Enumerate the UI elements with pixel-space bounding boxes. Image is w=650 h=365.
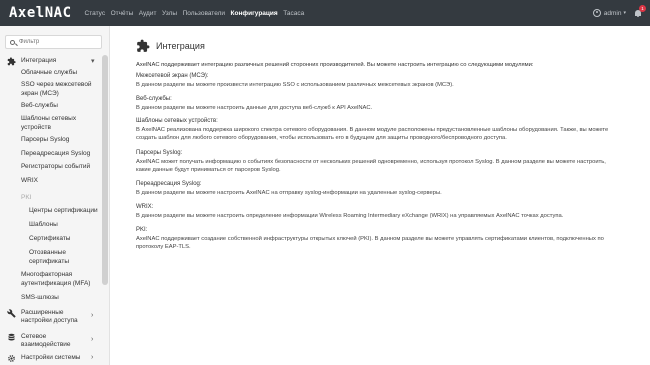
- section-heading: Межсетевой экран (МСЭ):: [136, 73, 209, 79]
- section-heading: Переадресация Syslog:: [136, 181, 202, 187]
- section-text: В AxelNAC реализована поддержка широкого…: [136, 126, 609, 142]
- sidebar-item-device-templates[interactable]: Шаблоны сетевых устройств: [21, 115, 101, 132]
- section-text: AxelNAC может получать информацию о собы…: [136, 158, 606, 174]
- nav-configuration[interactable]: Конфигурация: [231, 10, 278, 17]
- sidebar-item-syslog-forwarding[interactable]: Переадресация Syslog: [21, 150, 101, 159]
- sidebar-item-wrix[interactable]: WRIX: [21, 177, 101, 186]
- main-nav: Статус Отчёты Аудит Узлы Пользователи Ко…: [85, 10, 310, 17]
- nav-status[interactable]: Статус: [85, 10, 106, 17]
- chevron-down-icon[interactable]: ▾: [91, 57, 95, 65]
- section-syslog-parsers: Парсеры Syslog: AxelNAC может получать и…: [136, 150, 616, 175]
- section-heading: Шаблоны сетевых устройств:: [136, 118, 218, 124]
- filter-box[interactable]: [5, 35, 102, 49]
- section-device-templates: Шаблоны сетевых устройств: В AxelNAC реа…: [136, 118, 616, 143]
- sidebar-item-sms-gateways[interactable]: SMS-шлюзы: [21, 294, 101, 303]
- sidebar-item-cloud-services[interactable]: Облачные службы: [21, 69, 101, 78]
- sidebar-item-revoked-certificates[interactable]: Отозванные сертификаты: [29, 249, 89, 266]
- filter-input[interactable]: [19, 39, 99, 45]
- top-navbar: AxelNAC Статус Отчёты Аудит Узлы Пользов…: [0, 0, 650, 26]
- sidebar-item-pki[interactable]: PKI: [21, 194, 101, 203]
- section-syslog-forwarding: Переадресация Syslog: В данном разделе в…: [136, 181, 616, 197]
- chevron-down-icon[interactable]: ▾: [623, 10, 626, 16]
- sidebar-item-web-services[interactable]: Веб-службы: [21, 102, 101, 111]
- section-heading: Веб-службы:: [136, 96, 172, 102]
- section-heading: WRIX:: [136, 204, 154, 210]
- user-menu[interactable]: admin: [604, 10, 622, 17]
- section-text: В данном разделе вы можете настроить дан…: [136, 104, 373, 111]
- page-header: Интеграция: [136, 39, 205, 53]
- nav-reports[interactable]: Отчёты: [111, 10, 134, 17]
- main-content: Интеграция AxelNAC поддерживает интеграц…: [110, 26, 650, 365]
- nav-users[interactable]: Пользователи: [183, 10, 225, 17]
- page-title: Интеграция: [156, 41, 205, 51]
- chevron-right-icon[interactable]: ›: [91, 312, 93, 319]
- sidebar-item-sso-firewall[interactable]: SSO через межсетевой экран (МСЭ): [21, 81, 101, 98]
- sidebar-group-integration[interactable]: Интеграция: [21, 57, 89, 65]
- section-heading: PKI:: [136, 227, 148, 233]
- search-icon: [10, 39, 15, 45]
- user-icon[interactable]: [592, 9, 601, 17]
- sidebar-group-system-settings[interactable]: Настройки системы: [21, 354, 89, 362]
- scrollbar-thumb[interactable]: [102, 55, 108, 285]
- section-web-services: Веб-службы: В данном разделе вы можете н…: [136, 96, 616, 112]
- sidebar-group-advanced-access[interactable]: Расширенные настройки доступа: [21, 309, 89, 325]
- database-icon: [8, 333, 15, 341]
- sidebar-item-mfa[interactable]: Многофакторная аутентификация (MFA): [21, 271, 93, 288]
- gears-icon: [8, 355, 15, 362]
- section-firewall: Межсетевой экран (МСЭ): В данном разделе…: [136, 73, 616, 89]
- sidebar-item-syslog-parsers[interactable]: Парсеры Syslog: [21, 136, 101, 145]
- chevron-right-icon[interactable]: ›: [91, 336, 93, 343]
- section-heading: Парсеры Syslog:: [136, 150, 183, 156]
- app-logo[interactable]: AxelNAC: [9, 5, 72, 21]
- section-pki: PKI: AxelNAC поддерживает создание собст…: [136, 227, 616, 252]
- nav-tacacs[interactable]: Тасаса: [283, 10, 304, 17]
- sidebar-item-certificate-authorities[interactable]: Центры сертификации: [29, 207, 109, 216]
- section-text: В данном разделе вы можете настроить опр…: [136, 212, 564, 219]
- sidebar-scrollbar[interactable]: [102, 55, 108, 365]
- puzzle-icon: [137, 39, 150, 52]
- sidebar-item-event-loggers[interactable]: Регистраторы событий: [21, 163, 101, 172]
- nav-nodes[interactable]: Узлы: [162, 10, 177, 17]
- sidebar-group-networking[interactable]: Сетевое взаимодействие: [21, 333, 89, 349]
- chevron-right-icon[interactable]: ›: [91, 354, 93, 361]
- section-text: В данном разделе вы можете настроить Axe…: [136, 189, 442, 196]
- sidebar-item-templates[interactable]: Шаблоны: [29, 221, 109, 230]
- section-wrix: WRIX: В данном разделе вы можете настрои…: [136, 204, 616, 220]
- wrench-icon: [7, 309, 16, 318]
- puzzle-icon: [7, 57, 16, 66]
- nav-audit[interactable]: Аудит: [139, 10, 157, 17]
- intro-text: AxelNAC поддерживает интеграцию различны…: [136, 62, 534, 68]
- user-area: admin ▾ 1: [592, 0, 646, 26]
- section-text: AxelNAC поддерживает создание собственно…: [136, 235, 604, 251]
- notification-badge: 1: [639, 4, 646, 12]
- sidebar: Интеграция ▾ Облачные службы SSO через м…: [0, 26, 110, 365]
- sidebar-item-certificates[interactable]: Сертификаты: [29, 235, 109, 244]
- bell-icon[interactable]: 1: [634, 4, 646, 18]
- section-text: В данном разделе вы можете произвести ин…: [136, 81, 454, 88]
